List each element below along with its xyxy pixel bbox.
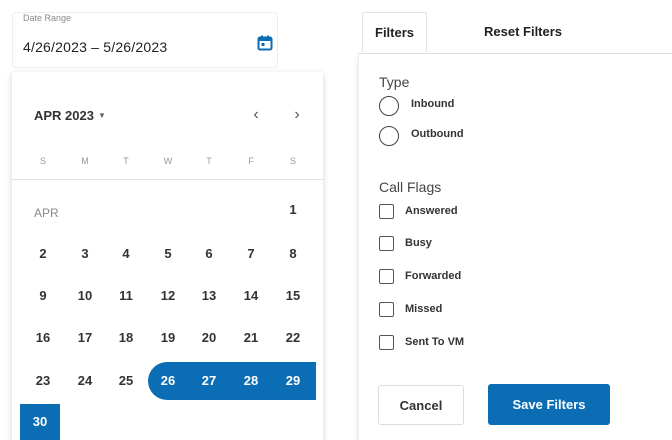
day-cell[interactable]: 22 xyxy=(273,321,313,355)
day-cell[interactable]: 25 xyxy=(106,364,146,398)
date-range-field[interactable]: Date Range 4/26/2023 – 5/26/2023 xyxy=(12,12,278,68)
calendar-header: APR 2023 ▼ ‹ › xyxy=(12,72,323,162)
day-cell[interactable]: 19 xyxy=(148,321,188,355)
radio-circle[interactable] xyxy=(379,96,399,116)
filters-tabbar: Filters Reset Filters xyxy=(358,12,672,54)
chevron-right-icon[interactable]: › xyxy=(286,104,308,126)
weekday-label: M xyxy=(81,156,89,166)
month-label: APR xyxy=(34,206,59,220)
month-year-label: APR 2023 xyxy=(34,108,94,123)
date-range-label: Date Range xyxy=(23,13,72,23)
day-cell[interactable]: 12 xyxy=(148,279,188,313)
day-cell-range-start[interactable]: 26 xyxy=(148,364,188,398)
checkbox-label: Forwarded xyxy=(405,270,462,282)
checkbox-box[interactable] xyxy=(379,204,394,219)
checkbox-box[interactable] xyxy=(379,335,394,350)
day-cell[interactable]: 15 xyxy=(273,279,313,313)
day-cell[interactable]: 18 xyxy=(106,321,146,355)
weekday-label: F xyxy=(248,156,254,166)
checkbox-box[interactable] xyxy=(379,269,394,284)
type-section-title: Type xyxy=(379,74,410,90)
day-cell[interactable]: 6 xyxy=(189,237,229,271)
day-cell[interactable]: 4 xyxy=(106,237,146,271)
cancel-button[interactable]: Cancel xyxy=(378,385,464,425)
reset-filters-button[interactable]: Reset Filters xyxy=(472,12,574,52)
checkbox-label: Missed xyxy=(405,303,443,315)
day-cell[interactable]: 1 xyxy=(273,193,313,227)
weekday-label: T xyxy=(123,156,129,166)
weekday-label: T xyxy=(206,156,212,166)
day-cell[interactable]: 9 xyxy=(23,279,63,313)
day-cell[interactable]: 2 xyxy=(23,237,63,271)
day-cell[interactable]: 23 xyxy=(23,364,63,398)
day-cell-in-range[interactable]: 27 xyxy=(189,364,229,398)
day-cell[interactable]: 11 xyxy=(106,279,146,313)
day-cell[interactable]: 14 xyxy=(231,279,271,313)
calendar-divider xyxy=(12,179,323,180)
tab-filters[interactable]: Filters xyxy=(362,12,428,52)
day-cell[interactable]: 20 xyxy=(189,321,229,355)
day-cell[interactable]: 13 xyxy=(189,279,229,313)
checkbox-label: Busy xyxy=(405,237,432,249)
month-year-select[interactable]: APR 2023 ▼ xyxy=(34,108,106,123)
weekday-label: S xyxy=(39,156,46,166)
call-flags-section-title: Call Flags xyxy=(379,179,442,195)
radio-circle[interactable] xyxy=(379,126,399,146)
weekday-header: S M T W T F S xyxy=(12,152,323,172)
checkbox-label: Answered xyxy=(405,205,458,217)
day-cell[interactable]: 16 xyxy=(23,321,63,355)
day-cell[interactable]: 24 xyxy=(65,364,105,398)
day-cell[interactable]: 17 xyxy=(65,321,105,355)
filters-panel: Type Inbound Outbound Call Flags Answere… xyxy=(358,54,672,440)
checkbox-box[interactable] xyxy=(379,302,394,317)
day-cell-range-end[interactable]: 30 xyxy=(20,404,60,440)
day-cell[interactable]: 5 xyxy=(148,237,188,271)
weekday-label: W xyxy=(163,156,173,166)
day-cell[interactable]: 10 xyxy=(65,279,105,313)
date-range-value[interactable]: 4/26/2023 – 5/26/2023 xyxy=(23,39,167,55)
checkbox-label: Sent To VM xyxy=(405,336,465,348)
radio-label: Outbound xyxy=(411,128,464,140)
checkbox-box[interactable] xyxy=(379,236,394,251)
day-cell[interactable]: 8 xyxy=(273,237,313,271)
day-cell[interactable]: 7 xyxy=(231,237,271,271)
chevron-left-icon[interactable]: ‹ xyxy=(245,104,267,126)
day-cell-in-range[interactable]: 28 xyxy=(231,364,271,398)
day-cell-in-range[interactable]: 29 xyxy=(273,364,313,398)
day-cell[interactable]: 3 xyxy=(65,237,105,271)
save-filters-button[interactable]: Save Filters xyxy=(488,384,610,425)
calendar-icon[interactable] xyxy=(257,35,273,51)
weekday-label: S xyxy=(289,156,296,166)
calendar-popup: APR 2023 ▼ ‹ › S M T W T F S APR 1 2 3 4 … xyxy=(12,72,323,440)
day-cell[interactable]: 21 xyxy=(231,321,271,355)
caret-down-icon: ▼ xyxy=(97,111,106,120)
radio-label: Inbound xyxy=(411,98,455,110)
